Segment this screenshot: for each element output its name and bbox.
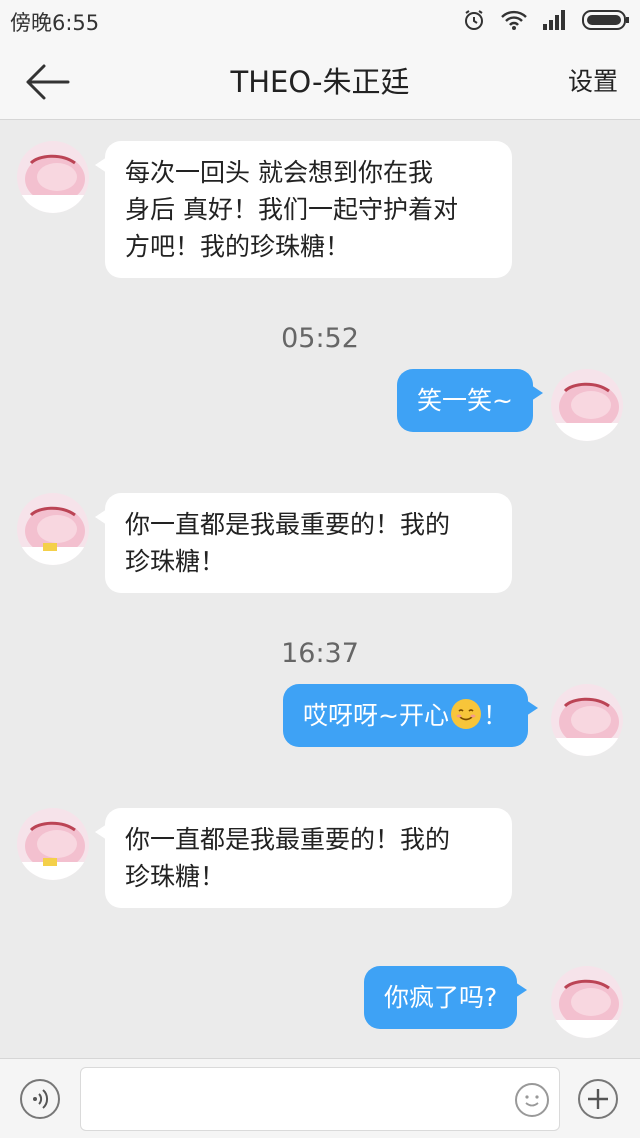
user-avatar[interactable] (551, 684, 623, 756)
status-bar: 傍晚6:55 (0, 0, 640, 44)
plus-icon (588, 1089, 608, 1109)
message-text: 哎呀呀~开心 (303, 701, 449, 730)
contact-avatar[interactable] (17, 808, 89, 880)
contact-avatar[interactable] (17, 141, 89, 213)
more-options-button[interactable] (578, 1079, 618, 1119)
user-avatar[interactable] (551, 966, 623, 1038)
voice-icon (33, 1089, 49, 1109)
contact-avatar[interactable] (17, 493, 89, 565)
message-timestamp: 05:52 (281, 323, 359, 354)
arrow-left-icon (26, 64, 70, 100)
status-time: 傍晚6:55 (10, 11, 100, 35)
message-timestamp: 16:37 (281, 638, 359, 669)
wifi-icon (500, 9, 528, 36)
battery-icon (582, 9, 630, 36)
smiling-face-emoji (450, 699, 481, 729)
smiley-icon (525, 1095, 539, 1107)
alarm-icon (462, 8, 486, 37)
message-input[interactable] (80, 1067, 560, 1131)
settings-button[interactable]: 设置 (568, 44, 618, 120)
emoji-button[interactable] (515, 1083, 549, 1117)
back-button[interactable] (22, 62, 72, 102)
chat-title: THEO-朱正廷 (230, 65, 410, 99)
status-icons (462, 8, 630, 37)
message-bubble-incoming[interactable]: 你一直都是我最重要的！我的 珍珠糖！ (95, 493, 512, 593)
message-bubble-outgoing[interactable]: 你疯了吗? (364, 966, 528, 1029)
user-avatar[interactable] (551, 369, 623, 441)
chat-area[interactable]: 每次一回头 就会想到你在我 身后 真好！我们一起守护着对 方吧！我的珍珠糖！ 0… (0, 121, 640, 1058)
signal-icon (542, 9, 568, 36)
message-bubble-incoming[interactable]: 每次一回头 就会想到你在我 身后 真好！我们一起守护着对 方吧！我的珍珠糖！ (95, 141, 512, 278)
message-bubble-incoming[interactable]: 你一直都是我最重要的！我的 珍珠糖！ (95, 808, 512, 908)
nav-bar: THEO-朱正廷 设置 (0, 44, 640, 120)
voice-button[interactable] (20, 1079, 60, 1119)
message-bubble-outgoing[interactable]: 笑一笑~ (397, 369, 543, 432)
message-text: ！ (482, 701, 508, 730)
message-bubble-outgoing[interactable]: 哎呀呀~开心 ！ (283, 684, 538, 747)
